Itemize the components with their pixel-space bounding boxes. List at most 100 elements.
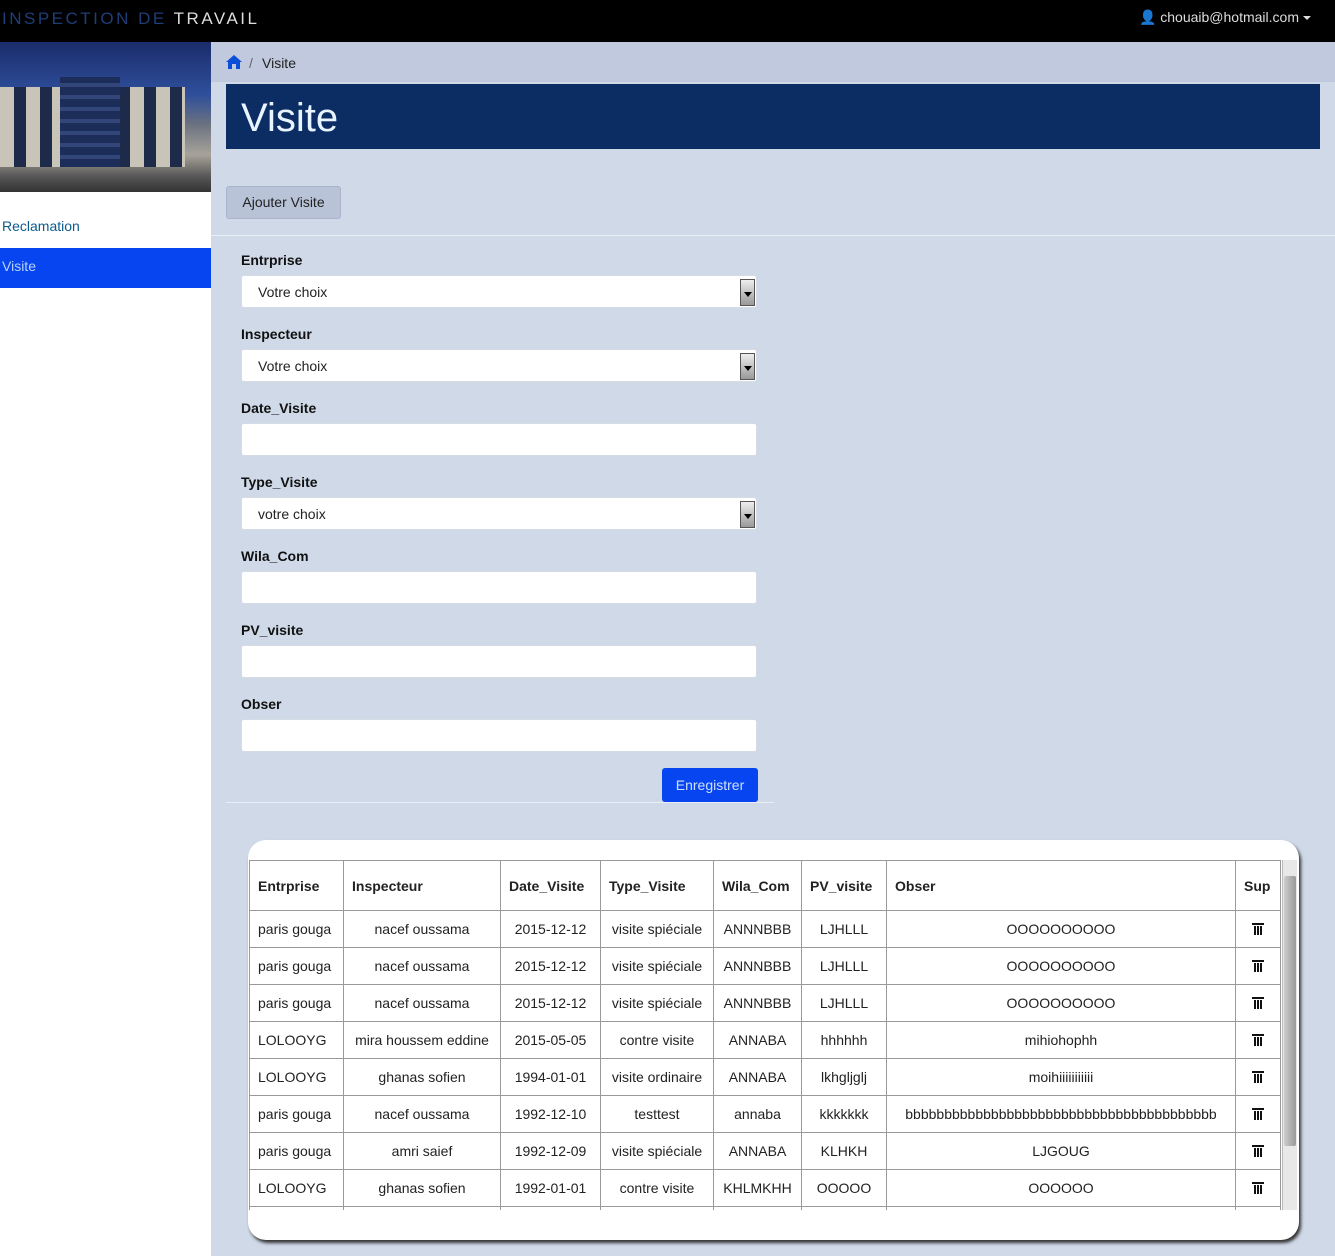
table-cell: LOLOOYG — [249, 1169, 344, 1207]
date-visite-input[interactable] — [241, 423, 757, 456]
table-cell: 1994-01-01 — [500, 1058, 601, 1096]
trash-icon[interactable] — [1252, 1106, 1264, 1120]
table-cell: ANNNBBB — [713, 984, 802, 1022]
table-cell: ANNNBBB — [713, 910, 802, 948]
brand[interactable]: INSPECTION DE TRAVAIL — [2, 9, 260, 29]
breadcrumb: / Visite — [211, 42, 1335, 82]
column-header: Wila_Com — [713, 860, 802, 911]
column-header: PV_visite — [801, 860, 887, 911]
delete-cell — [1235, 1206, 1281, 1210]
table-cell: OOOOOOOOOO — [886, 984, 1236, 1022]
add-visite-button[interactable]: Ajouter Visite — [226, 186, 341, 219]
table-cell: nacef oussama — [343, 947, 501, 985]
table-cell: lkhgljglj — [801, 1058, 887, 1096]
pv-visite-input[interactable] — [241, 645, 757, 678]
dropdown-arrow-icon[interactable] — [740, 279, 755, 306]
table-cell: 1992-12-10 — [500, 1095, 601, 1133]
table-cell: ANNABA — [713, 1021, 802, 1059]
table-cell: nacef oussama — [343, 1095, 501, 1133]
trash-icon[interactable] — [1252, 1143, 1264, 1157]
obser-input[interactable] — [241, 719, 757, 752]
table-row: paris gouga nacef oussama 1992-12-10 testte… — [249, 1095, 1281, 1133]
table-cell: visite spiéciale — [600, 1132, 714, 1170]
type-visite-select[interactable]: votre choix — [241, 497, 757, 530]
breadcrumb-current: Visite — [262, 55, 296, 71]
table-row: paris gouga nacef oussama 2015-12-12 visite… — [249, 910, 1281, 948]
table-cell: ANNABA — [713, 1058, 802, 1096]
trash-icon[interactable] — [1252, 958, 1264, 972]
column-header: Sup — [1235, 860, 1281, 911]
table-cell — [343, 1206, 501, 1210]
scrollbar-thumb[interactable] — [1284, 876, 1296, 1146]
table-cell: visite ordinaire — [600, 1058, 714, 1096]
table-cell: paris gouga — [249, 910, 344, 948]
table-cell: OOOOOOOOOO — [886, 910, 1236, 948]
table-cell: hhhhhh — [801, 1021, 887, 1059]
sidebar-item-visite[interactable]: Visite — [0, 248, 211, 288]
table-cell: LJHLLL — [801, 984, 887, 1022]
table-cell: KHLMKHH — [713, 1169, 802, 1207]
dropdown-arrow-icon[interactable] — [740, 501, 755, 528]
column-header: Date_Visite — [500, 860, 601, 911]
column-header: Type_Visite — [600, 860, 714, 911]
enregistrer-button[interactable]: Enregistrer — [662, 768, 758, 802]
table-cell: ghanas sofien — [343, 1058, 501, 1096]
caret-down-icon — [1303, 16, 1311, 21]
trash-icon[interactable] — [1252, 995, 1264, 1009]
top-navbar: INSPECTION DE TRAVAIL 👤 chouaib@hotmail.… — [0, 0, 1335, 42]
entreprise-label: Entrprise — [241, 252, 303, 268]
table-row: LOLOOYG mira houssem eddine 2015-05-05 cont… — [249, 1021, 1281, 1059]
delete-cell — [1235, 947, 1281, 985]
table-cell: bbbbbbbbbbbbbbbbbbbbbbbbbbbbbbbbbbbbbbbb — [886, 1095, 1236, 1133]
table-cell: mihiohophh — [886, 1021, 1236, 1059]
trash-icon[interactable] — [1252, 921, 1264, 935]
table-row: LOLOOYG ghanas sofien 1994-01-01 visite ord… — [249, 1058, 1281, 1096]
divider — [211, 235, 1335, 236]
table-cell: OOOOO — [801, 1169, 887, 1207]
table-cell — [500, 1206, 601, 1210]
table-cell: paris gouga — [249, 1095, 344, 1133]
table-cell — [801, 1206, 887, 1210]
sidebar-item-reclamation[interactable]: Reclamation — [0, 208, 211, 248]
table-cell: 2015-12-12 — [500, 984, 601, 1022]
table-cell: nacef oussama — [343, 910, 501, 948]
table-cell: LOLOOYG — [249, 1058, 344, 1096]
dropdown-arrow-icon[interactable] — [740, 353, 755, 380]
table-cell: 1992-01-01 — [500, 1169, 601, 1207]
delete-cell — [1235, 1058, 1281, 1096]
home-icon[interactable] — [226, 54, 242, 70]
table-cell: 1992-12-09 — [500, 1132, 601, 1170]
table-cell: 2015-05-05 — [500, 1021, 601, 1059]
sidebar: Reclamation Visite — [0, 42, 211, 1256]
trash-icon[interactable] — [1252, 1180, 1264, 1194]
table-cell: paris gouga — [249, 984, 344, 1022]
column-header: Inspecteur — [343, 860, 501, 911]
table-cell: ANNNBBB — [713, 947, 802, 985]
column-header: Entrprise — [249, 860, 344, 911]
user-icon: 👤 — [1138, 9, 1157, 25]
table-scrollbar[interactable] — [1282, 860, 1297, 1210]
inspecteur-label: Inspecteur — [241, 326, 312, 342]
visites-table: Entrprise Inspecteur Date_Visite Type_Visit… — [249, 860, 1281, 1210]
table-cell: nacef oussama — [343, 984, 501, 1022]
table-cell: ghanas sofien — [343, 1169, 501, 1207]
obser-label: Obser — [241, 696, 282, 712]
table-row — [249, 1206, 1281, 1210]
table-row: paris gouga nacef oussama 2015-12-12 visite… — [249, 947, 1281, 985]
user-menu[interactable]: 👤 chouaib@hotmail.com — [1139, 9, 1311, 26]
table-cell: paris gouga — [249, 1132, 344, 1170]
table-cell: LJHLLL — [801, 947, 887, 985]
column-header: Obser — [886, 860, 1236, 911]
pv-visite-label: PV_visite — [241, 622, 304, 638]
visites-table-panel: Entrprise Inspecteur Date_Visite Type_Visit… — [248, 840, 1299, 1240]
trash-icon[interactable] — [1252, 1032, 1264, 1046]
delete-cell — [1235, 984, 1281, 1022]
wila-com-input[interactable] — [241, 571, 757, 604]
trash-icon[interactable] — [1252, 1069, 1264, 1083]
table-cell: contre visite — [600, 1021, 714, 1059]
table-row: LOLOOYG ghanas sofien 1992-01-01 contre vis… — [249, 1169, 1281, 1207]
entreprise-select[interactable]: Votre choix — [241, 275, 757, 308]
inspecteur-select[interactable]: Votre choix — [241, 349, 757, 382]
type-visite-label: Type_Visite — [241, 474, 318, 490]
delete-cell — [1235, 1021, 1281, 1059]
